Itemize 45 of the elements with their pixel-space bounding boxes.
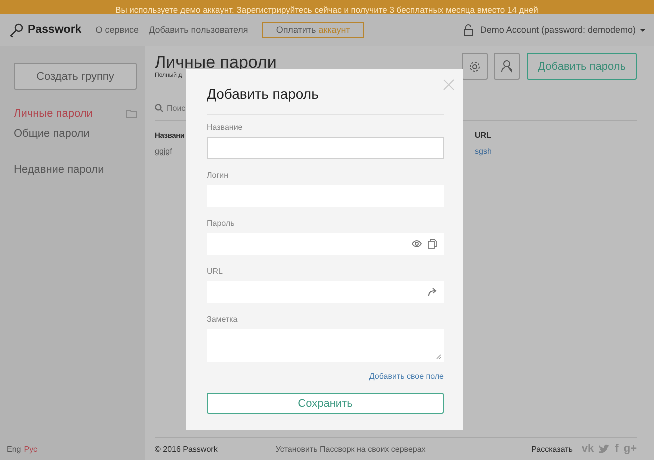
share-label: Рассказать <box>532 444 573 454</box>
add-password-button[interactable]: Добавить пароль <box>527 53 637 80</box>
search-icon <box>155 104 163 112</box>
note-field[interactable] <box>207 329 444 362</box>
logo-text[interactable]: Passwork <box>28 24 82 36</box>
nav-link[interactable]: О сервисе <box>96 25 140 35</box>
folder-icon[interactable] <box>126 109 137 119</box>
lock-icon <box>463 24 474 36</box>
copyright-text: © 2016 Passwork <box>155 444 218 454</box>
arrow-icon[interactable] <box>428 287 437 297</box>
account-menu[interactable]: Demo Account (password: demodemo) <box>480 25 636 35</box>
resize-handle-icon[interactable] <box>436 354 442 360</box>
close-icon[interactable] <box>443 79 455 91</box>
key-icon <box>9 22 24 38</box>
nav-link[interactable]: Добавить пользователя <box>149 25 248 35</box>
url-link[interactable]: sgsh <box>475 147 637 156</box>
banner-text: Вы используете демо аккаунт. Зарегистрируйтесь сейчас и получите 3 бесплатных месяца вместо 14 дней <box>116 5 538 15</box>
copy-icon[interactable] <box>428 239 437 249</box>
user-icon <box>501 60 514 73</box>
save-button[interactable]: Сохранить <box>207 393 444 414</box>
language-link[interactable]: Eng <box>7 445 22 454</box>
bird-icon[interactable] <box>599 444 610 454</box>
sidebar-item[interactable]: Недавние пароли <box>14 164 104 176</box>
input-field[interactable] <box>207 137 444 159</box>
settings-icon <box>469 60 482 72</box>
search-field[interactable]: Поис <box>155 104 186 112</box>
table-cell-text: ggjgf <box>155 147 174 156</box>
user-button[interactable] <box>494 53 520 80</box>
field-label: Название <box>207 123 244 133</box>
column-header: URL <box>475 131 492 140</box>
create-group-button[interactable]: Создать группу <box>14 63 137 90</box>
field-label: Пароль <box>207 219 236 229</box>
sidebar-item[interactable]: Личные пароли <box>14 108 93 120</box>
install-link[interactable]: Установить Пассворк на своих серверах <box>276 444 532 454</box>
caret-icon[interactable] <box>640 28 646 32</box>
sidebar-item[interactable]: Общие пароли <box>14 128 90 140</box>
settings-button[interactable] <box>462 53 488 80</box>
eye-icon[interactable] <box>412 240 422 248</box>
dialog-title: Добавить пароль <box>207 69 444 115</box>
pay-button[interactable]: Оплатить аккаунт <box>262 22 364 38</box>
field-label: Заметка <box>207 315 239 325</box>
add-field-link[interactable]: Добавить свое поле <box>369 372 444 381</box>
field-label: Логин <box>207 171 230 181</box>
field-label: URL <box>207 267 224 277</box>
language-link[interactable]: Рус <box>24 445 38 454</box>
